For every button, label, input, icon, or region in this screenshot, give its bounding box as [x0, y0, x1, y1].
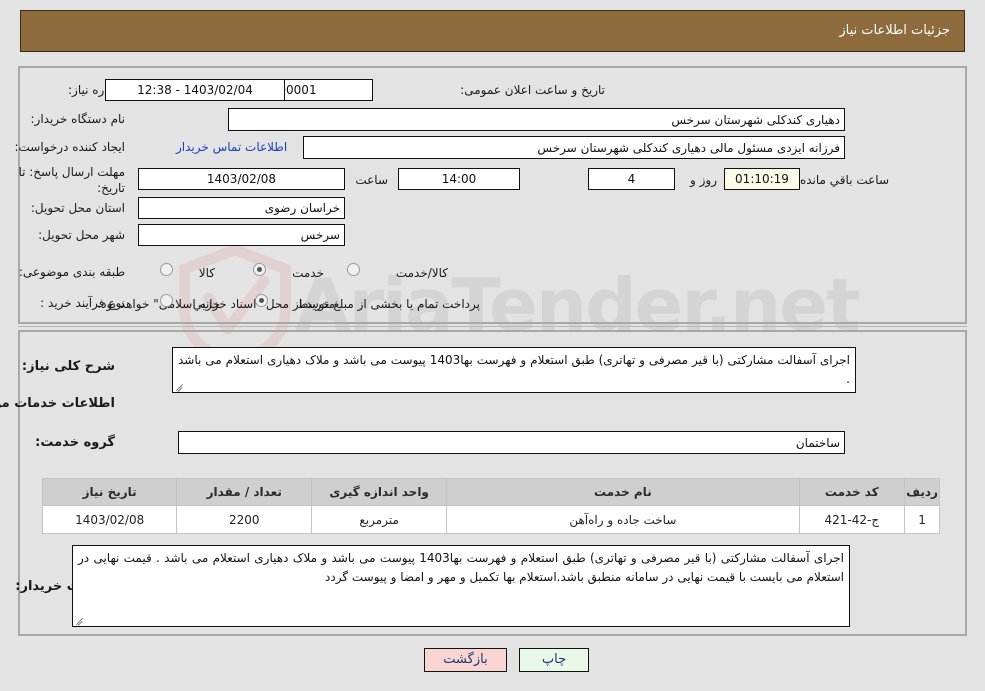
- cell-row: 1: [904, 505, 940, 534]
- cell-quantity: 2200: [176, 505, 313, 534]
- buyer-org-field[interactable]: دهیاری کندکلی شهرستان سرخس: [228, 108, 845, 131]
- th-service-name: نام خدمت: [446, 478, 800, 506]
- label-buyer-org: نام دستگاه خریدار:: [30, 112, 126, 126]
- th-unit: واحد اندازه گیری: [311, 478, 448, 506]
- label-category: طبقه بندی موضوعی:: [18, 265, 125, 279]
- province-field[interactable]: خراسان رضوی: [138, 197, 345, 219]
- table-row: 1 ج-42-421 ساخت جاده و راه‌آهن مترمربع 2…: [41, 505, 940, 534]
- radio-category-khedmat[interactable]: [253, 263, 266, 276]
- label-countdown: ساعت باقي مانده: [799, 173, 889, 187]
- resize-grip-icon[interactable]: [175, 381, 185, 391]
- service-group-field[interactable]: ساختمان: [178, 431, 845, 454]
- back-button[interactable]: بازگشت: [424, 648, 507, 672]
- public-announce-value: 1403/02/04 - 12:38: [137, 83, 253, 97]
- deadline-days-value: 4: [627, 172, 636, 186]
- radio-label-category-kala: کالا: [198, 266, 215, 280]
- page-title: جزئیات اطلاعات نیاز: [839, 23, 950, 38]
- city-field[interactable]: سرخس: [138, 224, 345, 246]
- purchase-type-note: پرداخت تمام یا بخشی از مبلغ خرید،از محل …: [97, 297, 480, 311]
- cell-unit: مترمربع: [311, 505, 448, 534]
- label-city: شهر محل تحویل:: [38, 228, 125, 242]
- general-description-value: اجرای آسفالت مشارکتی (با قیر مصرفی و تها…: [178, 353, 850, 386]
- label-deadline: مهلت ارسال پاسخ: تا تاریخ:: [18, 165, 125, 195]
- deadline-hour-field[interactable]: 14:00: [398, 168, 520, 190]
- radio-label-category-khedmat: خدمت: [292, 266, 324, 280]
- label-service-group: گروه خدمت:: [35, 435, 115, 450]
- countdown-field: 01:10:19: [724, 168, 800, 190]
- deadline-hour-value: 14:00: [441, 172, 477, 186]
- page-root: AriaTender.net جزئیات اطلاعات نیاز شماره…: [0, 0, 985, 691]
- deadline-days-field[interactable]: 4: [588, 168, 675, 190]
- radio-purchase-jozei[interactable]: [160, 294, 173, 307]
- radio-label-category-kala-khedmat: کالا/خدمت: [395, 266, 448, 280]
- cell-service-code: ج-42-421: [798, 505, 906, 534]
- radio-purchase-motevaset[interactable]: [255, 294, 268, 307]
- city-value: سرخس: [300, 228, 340, 242]
- buyer-notes-textarea[interactable]: اجرای آسفالت مشارکتی (با قیر مصرفی و تها…: [72, 545, 850, 627]
- deadline-date-value: 1403/02/08: [206, 172, 277, 186]
- th-quantity: تعداد / مقدار: [176, 478, 313, 506]
- radio-category-kala[interactable]: [160, 263, 173, 276]
- table-header-row: ردیف کد خدمت نام خدمت واحد اندازه گیری ت…: [41, 478, 940, 506]
- need-info-panel: [18, 66, 967, 324]
- label-requester: ایجاد کننده درخواست:: [14, 140, 125, 154]
- province-value: خراسان رضوی: [264, 201, 340, 215]
- window-title-bar: جزئیات اطلاعات نیاز: [20, 10, 965, 52]
- resize-grip-icon-notes[interactable]: [75, 615, 85, 625]
- th-need-date: تاریخ نیاز: [41, 478, 178, 506]
- th-service-code: کد خدمت: [798, 478, 906, 506]
- label-public-announce: تاریخ و ساعت اعلان عمومی:: [460, 83, 605, 97]
- buyer-org-value: دهیاری کندکلی شهرستان سرخس: [671, 112, 840, 127]
- service-group-value: ساختمان: [795, 435, 840, 450]
- panel-divider: [18, 326, 967, 327]
- th-row: ردیف: [904, 478, 940, 506]
- public-announce-field[interactable]: 1403/02/04 - 12:38: [105, 79, 285, 101]
- buyer-contact-link[interactable]: اطلاعات تماس خریدار: [176, 140, 287, 154]
- countdown-value: 01:10:19: [735, 172, 789, 186]
- requester-field[interactable]: فرزانه ایزدی مسئول مالی دهیاری کندکلی شه…: [303, 136, 845, 159]
- services-section-title: اطلاعات خدمات مورد نیاز: [0, 396, 115, 411]
- services-table: ردیف کد خدمت نام خدمت واحد اندازه گیری ت…: [41, 478, 940, 534]
- print-button[interactable]: چاپ: [519, 648, 589, 672]
- label-deadline-days: روز و: [690, 173, 717, 187]
- cell-service-name: ساخت جاده و راه‌آهن: [446, 505, 800, 534]
- label-deadline-hour: ساعت: [355, 173, 388, 187]
- label-general-description: شرح کلی نیاز:: [21, 359, 115, 374]
- requester-value: فرزانه ایزدی مسئول مالی دهیاری کندکلی شه…: [537, 140, 840, 155]
- general-description-textarea[interactable]: اجرای آسفالت مشارکتی (با قیر مصرفی و تها…: [172, 347, 856, 393]
- deadline-date-field[interactable]: 1403/02/08: [138, 168, 345, 190]
- label-province: استان محل تحویل:: [30, 201, 125, 215]
- cell-need-date: 1403/02/08: [41, 505, 178, 534]
- radio-category-kala-khedmat[interactable]: [347, 263, 360, 276]
- buyer-notes-value: اجرای آسفالت مشارکتی (با قیر مصرفی و تها…: [78, 551, 844, 584]
